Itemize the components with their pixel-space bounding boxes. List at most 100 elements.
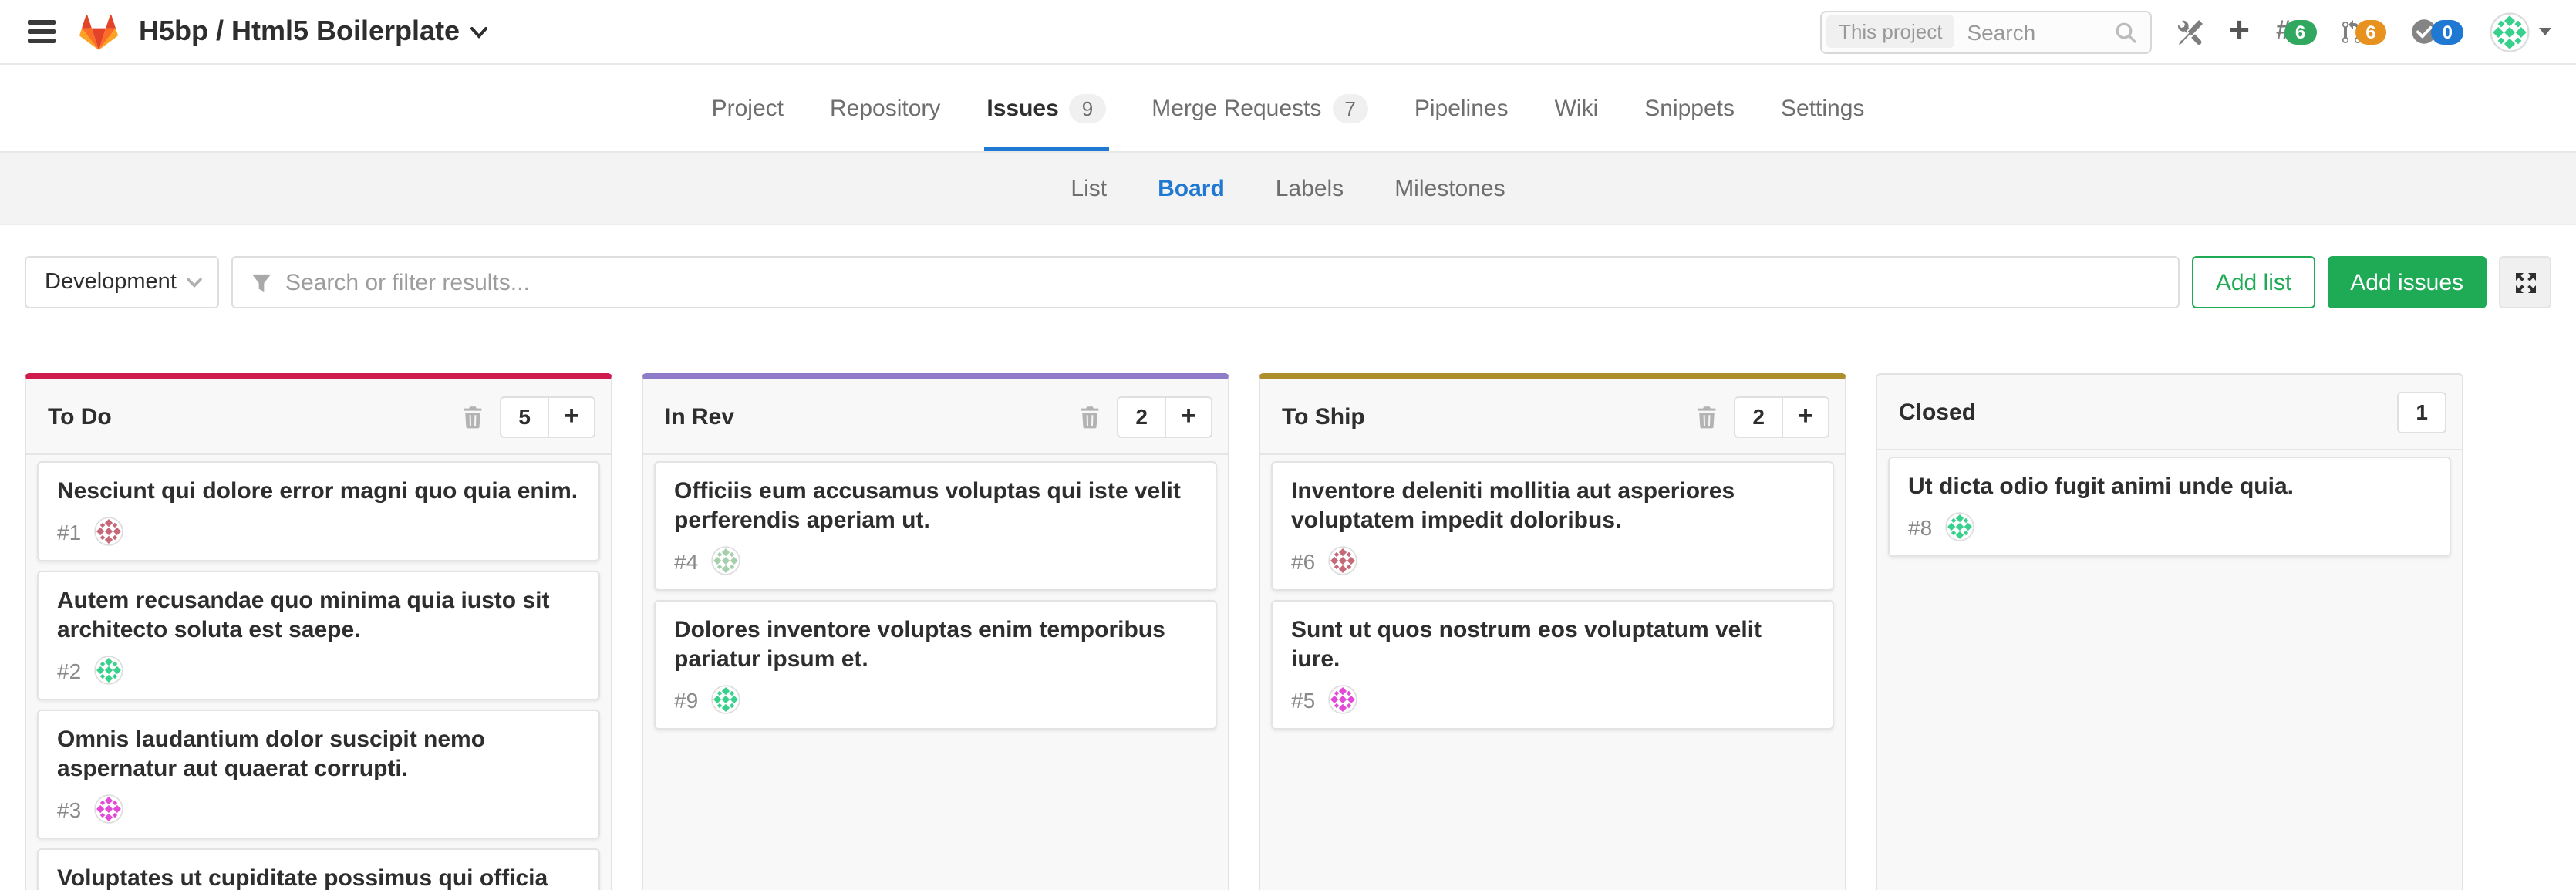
- tab-repository[interactable]: Repository: [830, 65, 940, 151]
- tab-settings[interactable]: Settings: [1781, 65, 1864, 151]
- assignee-avatar[interactable]: [93, 794, 123, 824]
- issue-title: Autem recusandae quo minima quia iusto s…: [57, 586, 580, 645]
- chevron-down-icon: [470, 25, 487, 38]
- new-issue-button[interactable]: +: [1782, 397, 1828, 436]
- assignee-avatar[interactable]: [710, 685, 740, 714]
- delete-list-button[interactable]: [1694, 402, 1720, 431]
- merge-requests-counter[interactable]: 6: [2341, 19, 2386, 44]
- todos-counter[interactable]: 0: [2412, 19, 2463, 45]
- issue-card[interactable]: Ut dicta odio fugit animi unde quia.#8: [1888, 457, 2451, 557]
- tab-wiki[interactable]: Wiki: [1555, 65, 1599, 151]
- issue-card[interactable]: Voluptates ut cupiditate possimus qui of…: [37, 848, 600, 890]
- issue-title: Sunt ut quos nostrum eos voluptatum veli…: [1291, 615, 1814, 674]
- assignee-avatar[interactable]: [710, 546, 740, 575]
- issue-number: #9: [674, 687, 698, 712]
- gitlab-issue-board-page: H5bp / Html5 Boilerplate This project Se…: [0, 0, 2576, 890]
- issue-count-pill: 2+: [1734, 396, 1829, 437]
- issue-card[interactable]: Officiis eum accusamus voluptas qui iste…: [654, 461, 1217, 591]
- card-list: Ut dicta odio fugit animi unde quia.#8: [1877, 450, 2462, 890]
- assignee-avatar[interactable]: [93, 517, 123, 546]
- delete-list-button[interactable]: [460, 402, 486, 431]
- new-issue-button[interactable]: +: [1165, 397, 1211, 436]
- tab-snippets[interactable]: Snippets: [1644, 65, 1735, 151]
- tab-label: Snippets: [1644, 95, 1735, 121]
- project-title[interactable]: H5bp / Html5 Boilerplate: [139, 15, 487, 48]
- filter-search-input[interactable]: Search or filter results...: [231, 256, 2180, 308]
- subnav-milestones[interactable]: Milestones: [1394, 175, 1505, 201]
- global-search-input[interactable]: This project Search: [1820, 10, 2152, 53]
- add-issues-button[interactable]: Add issues: [2327, 256, 2487, 308]
- issue-footer: #3: [57, 794, 580, 824]
- subnav-board[interactable]: Board: [1158, 175, 1225, 201]
- milestone-dropdown[interactable]: Development: [25, 256, 219, 308]
- assignee-avatar[interactable]: [1327, 685, 1357, 714]
- column-title: To Do: [48, 403, 446, 430]
- card-list: Nesciunt qui dolore error magni quo quia…: [26, 455, 611, 890]
- new-issue-button[interactable]: +: [548, 397, 594, 436]
- column-header: In Rev2+: [643, 379, 1228, 455]
- fullscreen-toggle-button[interactable]: [2499, 256, 2551, 308]
- issue-count-pill: 1: [2397, 391, 2446, 433]
- new-plus-icon[interactable]: +: [2229, 16, 2250, 47]
- issue-count-pill: 2+: [1117, 396, 1212, 437]
- tab-label: Issues: [986, 95, 1058, 121]
- issue-number: #3: [57, 797, 81, 821]
- search-scope-chip: This project: [1826, 15, 1954, 48]
- issue-title: Nesciunt qui dolore error magni quo quia…: [57, 477, 580, 506]
- board-column-to-do: To Do 5+ Nesciunt qui dolore error magni q…: [25, 373, 612, 890]
- tab-label: Repository: [830, 95, 940, 121]
- board-column-closed: Closed 1 Ut dicta odio fugit animi unde qu…: [1876, 373, 2463, 890]
- column-header: To Ship 2+: [1260, 379, 1845, 455]
- tab-label: Project: [712, 95, 784, 121]
- assignee-avatar[interactable]: [1327, 546, 1357, 575]
- issue-number: #6: [1291, 548, 1315, 573]
- issues-subnav: List Board Labels Milestones: [0, 153, 2576, 225]
- issue-card[interactable]: Nesciunt qui dolore error magni quo quia…: [37, 461, 600, 561]
- issue-footer: #9: [674, 685, 1197, 714]
- issue-title: Voluptates ut cupiditate possimus qui of…: [57, 864, 580, 890]
- issue-count-pill: 5+: [500, 396, 595, 437]
- tab-merge-requests[interactable]: Merge Requests 7: [1151, 65, 1368, 151]
- issue-card[interactable]: Inventore deleniti mollitia aut asperior…: [1271, 461, 1834, 591]
- gitlab-logo-icon[interactable]: [79, 12, 119, 51]
- subnav-list[interactable]: List: [1071, 175, 1107, 201]
- issue-card[interactable]: Autem recusandae quo minima quia iusto s…: [37, 571, 600, 700]
- issue-number: #8: [1908, 514, 1932, 539]
- issue-footer: #1: [57, 517, 580, 546]
- board-column-to-ship: To Ship 2+ Inventore deleniti mollitia aut…: [1259, 373, 1846, 890]
- navbar-left: H5bp / Html5 Boilerplate: [25, 12, 487, 51]
- add-list-button[interactable]: Add list: [2193, 256, 2315, 308]
- column-title: To Ship: [1282, 403, 1680, 430]
- hamburger-menu-icon[interactable]: [25, 18, 59, 46]
- filter-funnel-icon: [251, 272, 271, 292]
- tab-project[interactable]: Project: [712, 65, 784, 151]
- issue-footer: #5: [1291, 685, 1814, 714]
- column-title: Closed: [1899, 399, 2383, 425]
- subnav-labels[interactable]: Labels: [1276, 175, 1344, 201]
- search-icon: [2115, 21, 2136, 42]
- tab-label: Merge Requests: [1151, 95, 1321, 121]
- assignee-avatar[interactable]: [1944, 512, 1974, 541]
- assignee-avatar[interactable]: [93, 656, 123, 685]
- tab-issues[interactable]: Issues9: [986, 65, 1105, 151]
- issue-card[interactable]: Sunt ut quos nostrum eos voluptatum veli…: [1271, 600, 1834, 730]
- merge-requests-count-badge: 6: [2355, 19, 2386, 44]
- delete-list-button[interactable]: [1077, 402, 1103, 431]
- card-list: Inventore deleniti mollitia aut asperior…: [1260, 455, 1845, 890]
- issue-title: Officiis eum accusamus voluptas qui iste…: [674, 477, 1197, 535]
- trash-icon: [463, 405, 483, 428]
- chevron-down-icon: [187, 277, 202, 288]
- user-menu[interactable]: [2490, 12, 2551, 52]
- issue-title: Dolores inventore voluptas enim temporib…: [674, 615, 1197, 674]
- tab-count-badge: 7: [1332, 93, 1367, 123]
- column-header: Closed 1: [1877, 375, 2462, 450]
- trash-icon: [1697, 405, 1717, 428]
- todos-count-badge: 0: [2432, 19, 2463, 44]
- issue-card[interactable]: Dolores inventore voluptas enim temporib…: [654, 600, 1217, 730]
- tab-pipelines[interactable]: Pipelines: [1414, 65, 1509, 151]
- trash-icon: [1080, 405, 1100, 428]
- admin-wrench-icon[interactable]: [2178, 19, 2203, 44]
- issue-count: 1: [2399, 399, 2445, 424]
- issue-card[interactable]: Omnis laudantium dolor suscipit nemo asp…: [37, 710, 600, 839]
- issues-counter[interactable]: #6: [2276, 17, 2316, 46]
